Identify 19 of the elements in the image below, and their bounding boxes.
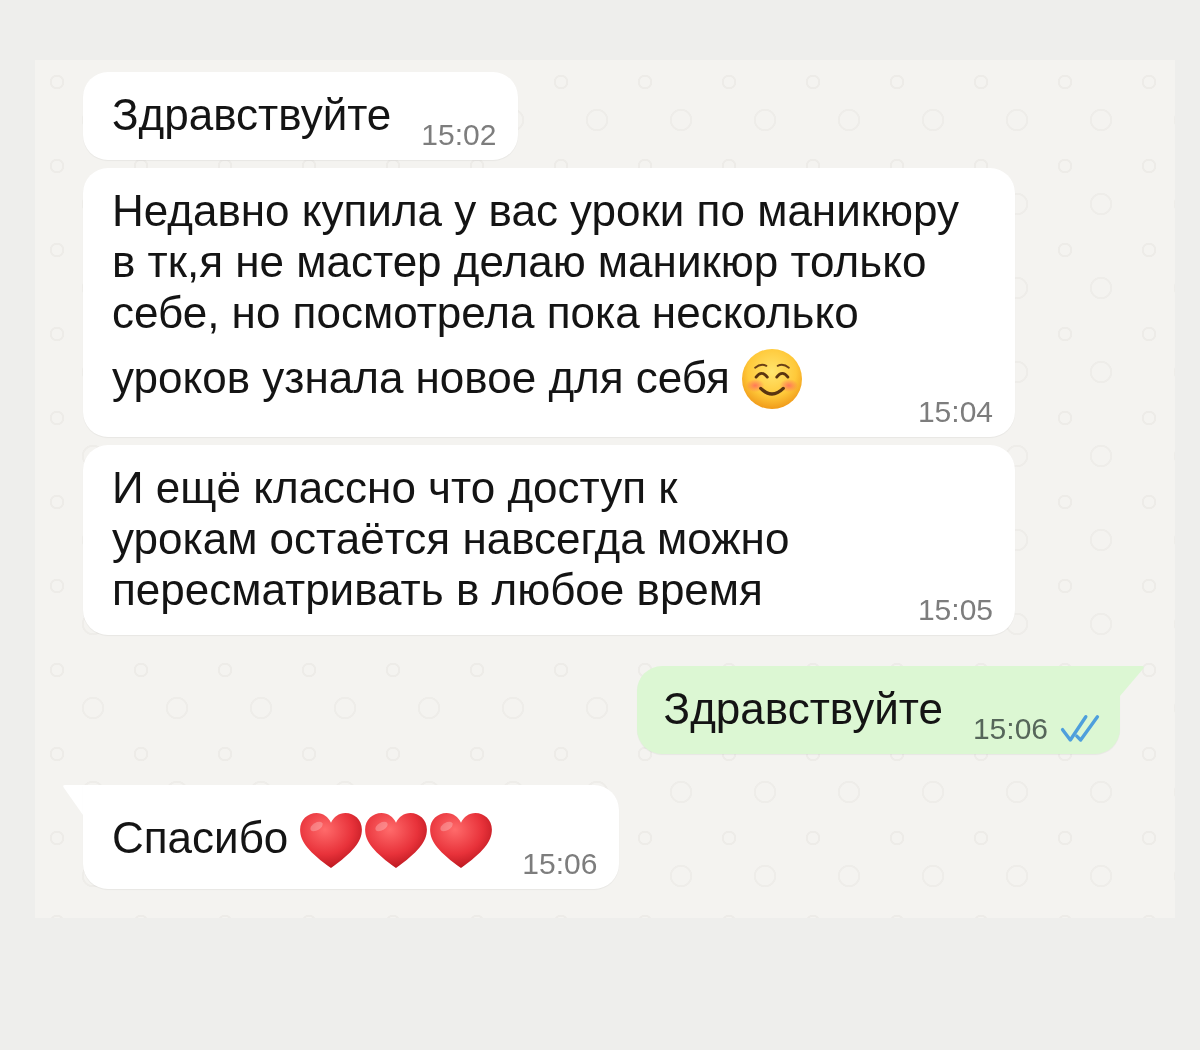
message-text: пересматривать в любое время: [112, 565, 763, 614]
message-time: 15:06: [522, 846, 598, 882]
message-time: 15:05: [917, 592, 993, 628]
heart-icon: [365, 813, 428, 869]
message-text: себе, но посмотрела пока несколько: [112, 288, 859, 337]
heart-icon: [300, 813, 363, 869]
message-text: Спасибо: [112, 813, 289, 862]
heart-icon: [430, 813, 493, 869]
message-text: И ещё классно что доступ к: [112, 463, 678, 512]
message-text: Недавно купила у вас уроки по маникюру: [112, 186, 959, 235]
message-text: Здравствуйте: [663, 684, 943, 733]
message-text: урокам остаётся навсегда можно: [112, 514, 790, 563]
message-text: в тк,я не мастер делаю маникюр только: [112, 237, 927, 286]
message-text: Здравствуйте: [112, 90, 392, 139]
message-time: 15:04: [917, 394, 993, 430]
message-time: 15:02: [421, 117, 497, 153]
message-time: 15:06: [972, 711, 1048, 747]
smiling-face-icon: [741, 349, 802, 409]
message-text: уроков узнала новое для себя: [112, 353, 730, 402]
